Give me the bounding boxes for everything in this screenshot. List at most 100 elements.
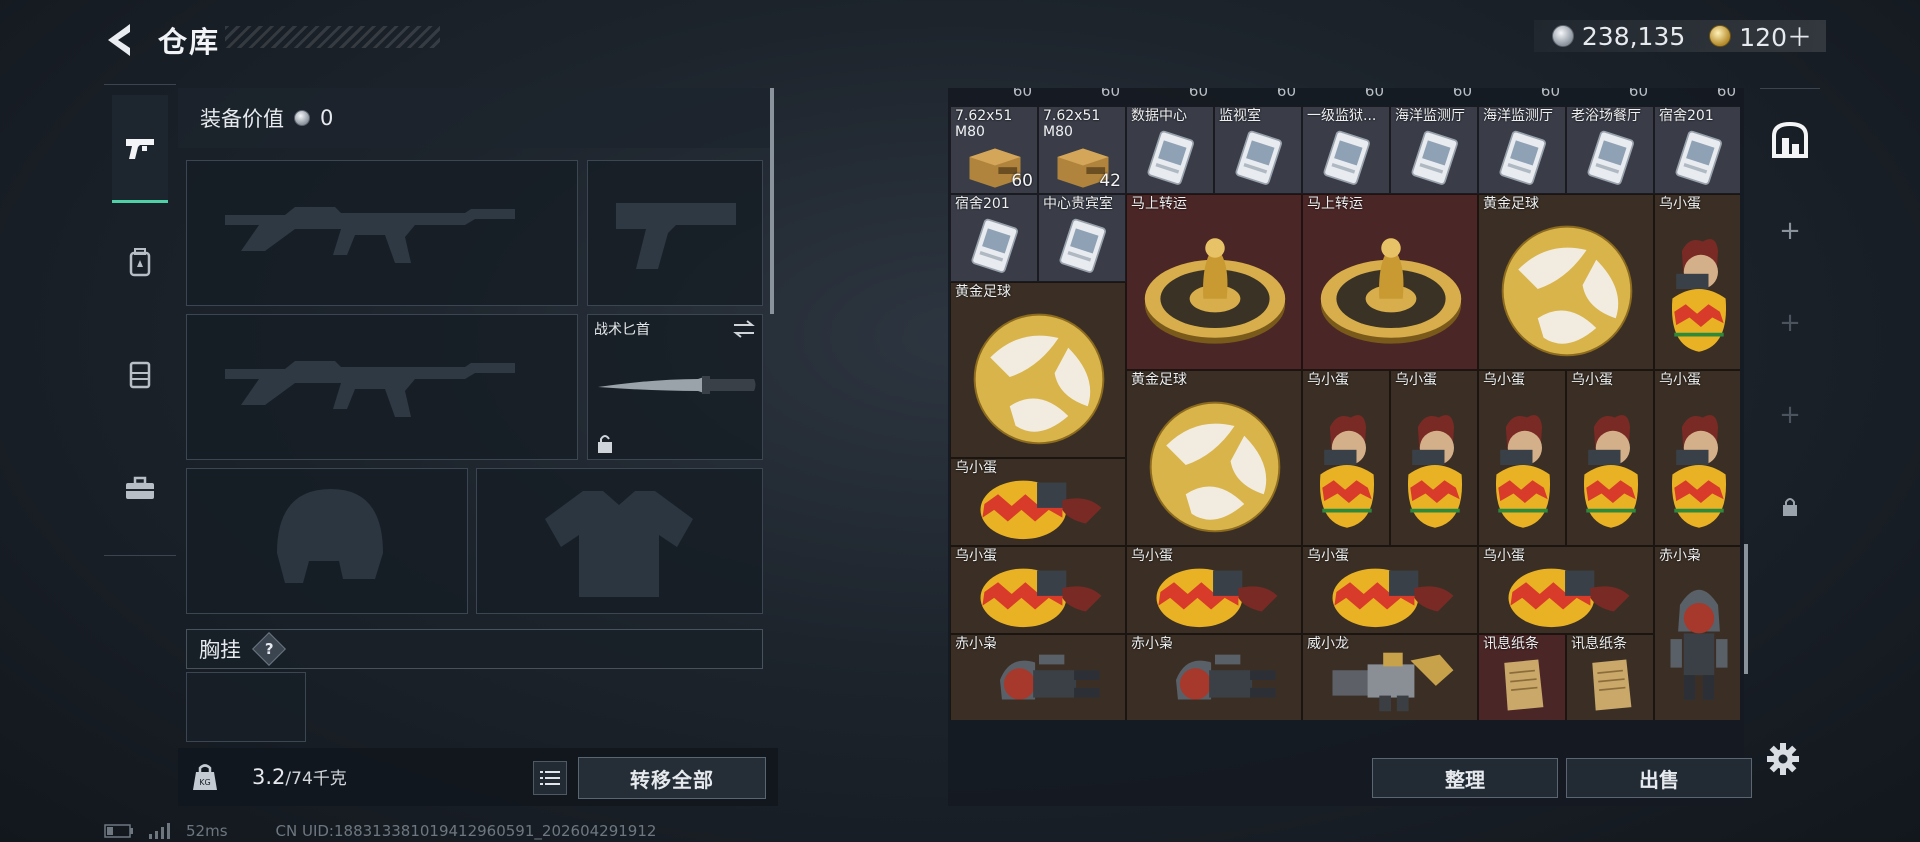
crow-egg-figure-icon <box>980 568 1102 628</box>
storage-item[interactable]: 乌小蛋 <box>1478 546 1654 634</box>
helmet-silhouette-icon <box>277 489 383 583</box>
sell-button[interactable]: 出售 <box>1566 758 1752 798</box>
storage-item[interactable]: 赤小枭 <box>1654 546 1740 720</box>
primary-weapon-slot-2[interactable] <box>186 314 578 460</box>
tab-backpack[interactable] <box>112 209 168 317</box>
storage-item[interactable]: 乌小蛋 <box>1654 370 1740 546</box>
storage-item[interactable]: 乌小蛋 <box>1566 370 1654 546</box>
scrolled-item-quantity: 60 <box>1716 88 1736 100</box>
gold-wheel-icon <box>1320 238 1462 344</box>
tab-weapons[interactable] <box>112 95 168 203</box>
gold-amount[interactable]: 120＋ <box>1739 18 1812 54</box>
currency-bar: 238,135 120＋ <box>1533 18 1826 54</box>
storage-item[interactable]: 乌小蛋 <box>1302 546 1478 634</box>
equipment-value-header: 装备价值 0 <box>178 88 770 148</box>
settings-gear-icon[interactable] <box>1766 742 1800 780</box>
sort-button[interactable]: 整理 <box>1372 758 1558 798</box>
plus-icon: + <box>1779 308 1801 338</box>
melee-slot[interactable]: 战术匕首 <box>587 314 763 460</box>
storage-scrollbar[interactable] <box>1744 544 1748 674</box>
equipment-value: 0 <box>320 106 334 130</box>
add-page-button-3[interactable]: + <box>1760 369 1820 461</box>
add-page-button-2[interactable]: + <box>1760 277 1820 369</box>
storage-item[interactable]: 乌小蛋 <box>950 546 1126 634</box>
dragon-figure-icon <box>1332 652 1454 712</box>
golden-football-icon <box>973 313 1105 445</box>
crow-egg-figure-icon <box>1156 568 1278 628</box>
rifle-silhouette-icon <box>225 207 515 263</box>
transfer-all-button[interactable]: 转移全部 <box>578 757 766 799</box>
list-view-button[interactable] <box>533 761 567 795</box>
storage-item[interactable]: 讯息纸条 <box>1566 634 1654 720</box>
storage-item[interactable]: 乌小蛋 <box>1302 370 1390 546</box>
storage-item[interactable]: 7.62x51 M80 60 <box>950 106 1038 194</box>
storage-item[interactable]: 7.62x51 M80 42 <box>1038 106 1126 194</box>
swap-icon[interactable] <box>732 319 756 339</box>
item-name: 中心贵宾室 <box>1043 196 1113 212</box>
storage-item[interactable]: 一级监狱... <box>1302 106 1390 194</box>
loadout-scrollbar[interactable] <box>770 88 774 314</box>
item-name: 乌小蛋 <box>1659 372 1701 388</box>
storage-item[interactable]: 马上转运 <box>1302 194 1478 370</box>
help-icon[interactable]: ? <box>252 632 286 666</box>
storage-item[interactable]: 乌小蛋 <box>1390 370 1478 546</box>
access-card-icon <box>1499 130 1546 185</box>
tab-briefcase[interactable] <box>112 435 168 543</box>
silver-amount: 238,135 <box>1581 21 1686 51</box>
briefcase-icon <box>126 476 154 499</box>
storage-item[interactable]: 黄金足球 <box>1126 370 1302 546</box>
red-owl-figure-icon <box>1000 654 1100 700</box>
item-name: 7.62x51 <box>1043 108 1101 124</box>
storage-item[interactable]: 乌小蛋 <box>1478 370 1566 546</box>
storage-item[interactable]: 马上转运 <box>1126 194 1302 370</box>
item-name: 讯息纸条 <box>1483 636 1539 652</box>
message-note-icon <box>1592 659 1632 711</box>
storage-item[interactable]: 乌小蛋 <box>1654 194 1740 370</box>
storage-item[interactable]: 乌小蛋 <box>1126 546 1302 634</box>
crow-egg-figure-icon <box>1407 415 1463 528</box>
storage-item[interactable]: 海洋监测厅 <box>1390 106 1478 194</box>
chest-rig-slot[interactable] <box>186 672 306 742</box>
chest-rig-row[interactable]: 胸挂 ? <box>186 629 763 669</box>
storage-item[interactable]: 乌小蛋 <box>950 458 1126 546</box>
scrolled-item-quantity: 60 <box>1188 88 1208 100</box>
storage-item[interactable]: 黄金足球 <box>1478 194 1654 370</box>
storage-item[interactable]: 海洋监测厅 <box>1478 106 1566 194</box>
item-name: 乌小蛋 <box>1483 372 1525 388</box>
storage-item[interactable]: 数据中心 <box>1126 106 1214 194</box>
primary-weapon-slot-1[interactable] <box>186 160 578 306</box>
storage-item[interactable]: 威小龙 <box>1302 634 1478 720</box>
item-name: 乌小蛋 <box>1571 372 1613 388</box>
tab-locker[interactable] <box>112 321 168 429</box>
armor-slot[interactable] <box>476 468 763 614</box>
access-card-icon <box>1587 130 1634 185</box>
item-name: 宿舍201 <box>1659 108 1714 124</box>
storage-item[interactable]: 赤小枭 <box>950 634 1126 720</box>
item-name: 马上转运 <box>1307 196 1363 212</box>
storage-item[interactable]: 宿舍201 <box>950 194 1038 282</box>
carry-weight-max: /74千克 <box>285 769 347 789</box>
storage-item[interactable]: 监视室 <box>1214 106 1302 194</box>
battery-icon <box>104 824 133 838</box>
hideout-page-button[interactable] <box>1760 93 1820 185</box>
storage-item[interactable]: 中心贵宾室 <box>1038 194 1126 282</box>
title-decoration <box>225 26 440 48</box>
pistol-slot[interactable] <box>587 160 763 306</box>
side-tab-bar <box>104 84 176 556</box>
item-name: 赤小枭 <box>955 636 997 652</box>
storage-panel: 60 60 60 60 60 60 60 60 60 7.62x51 M80 60 7.62x51 M80… <box>948 88 1752 806</box>
storage-item[interactable]: 赤小枭 <box>1126 634 1302 720</box>
back-icon[interactable] <box>100 18 144 62</box>
crow-egg-figure-icon <box>1583 415 1639 528</box>
message-note-icon <box>1504 659 1544 711</box>
locked-page-button[interactable] <box>1760 461 1820 553</box>
helmet-slot[interactable] <box>186 468 468 614</box>
storage-item[interactable]: 老浴场餐厅 <box>1566 106 1654 194</box>
item-name: 乌小蛋 <box>1131 548 1173 564</box>
item-quantity: 42 <box>1099 171 1121 191</box>
storage-item[interactable]: 黄金足球 <box>950 282 1126 458</box>
item-name: 黄金足球 <box>1483 196 1539 212</box>
storage-item[interactable]: 宿舍201 <box>1654 106 1740 194</box>
storage-item[interactable]: 讯息纸条 <box>1478 634 1566 720</box>
add-page-button-1[interactable]: + <box>1760 185 1820 277</box>
